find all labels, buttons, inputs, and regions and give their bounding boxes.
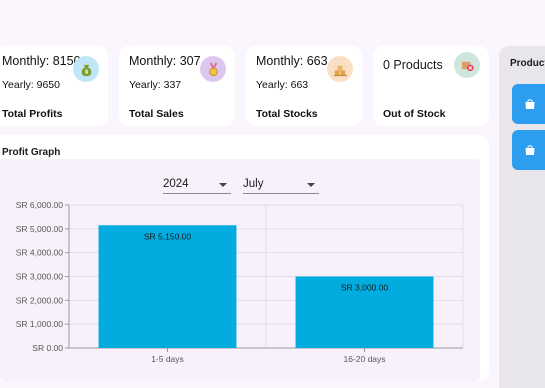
shopping-bag-icon <box>525 99 535 109</box>
product-button-2[interactable] <box>512 130 545 170</box>
out-of-stock-icon <box>454 52 480 78</box>
yearly-stocks-value: Yearly: 663 <box>256 79 309 91</box>
y-tick-label: SR 4,000.00 <box>16 248 64 258</box>
total-profits-card: Monthly: 8150 $ Yearly: 9650 Total Profi… <box>0 46 108 126</box>
bar-value-label: SR 3,000.00 <box>341 283 389 293</box>
profit-bar-chart: SR 0.00 SR 1,000.00 SR 2,000.00 SR 3,000.00… <box>16 200 464 364</box>
medal-icon <box>200 56 226 82</box>
total-sales-label: Total Sales <box>129 108 184 120</box>
y-tick-label: SR 6,000.00 <box>16 200 64 210</box>
money-bag-icon: $ <box>73 56 99 82</box>
out-of-stock-count: 0 Products <box>383 58 443 72</box>
total-sales-card: Monthly: 307 Yearly: 337 Total Sales <box>119 46 235 126</box>
monthly-sales-value: Monthly: 307 <box>129 54 201 68</box>
profit-graph-title: Profit Graph <box>2 147 61 158</box>
product-side-panel: Product <box>499 46 545 388</box>
total-stocks-label: Total Stocks <box>256 108 318 120</box>
total-stocks-card: Monthly: 663 Yearly: 663 Total Stocks <box>246 46 362 126</box>
y-tick-label: SR 2,000.00 <box>16 295 64 305</box>
y-tick-label: SR 0.00 <box>32 343 63 353</box>
year-dropdown-value: 2024 <box>163 178 189 190</box>
x-tick-label: 1-5 days <box>151 354 184 364</box>
monthly-stocks-value: Monthly: 663 <box>256 54 328 68</box>
out-of-stock-label: Out of Stock <box>383 108 446 120</box>
bar <box>98 225 237 348</box>
year-dropdown[interactable]: 2024 <box>163 176 231 194</box>
chevron-down-icon <box>307 183 315 187</box>
shopping-bag-icon <box>525 145 535 155</box>
yearly-sales-value: Yearly: 337 <box>129 79 182 91</box>
product-button-1[interactable] <box>512 84 545 124</box>
x-tick-label: 16-20 days <box>343 354 385 364</box>
chevron-down-icon <box>219 183 227 187</box>
y-tick-label: SR 5,000.00 <box>16 224 64 234</box>
product-panel-title: Product <box>510 58 545 69</box>
total-profits-label: Total Profits <box>2 108 63 120</box>
y-tick-label: SR 3,000.00 <box>16 272 64 282</box>
month-dropdown-value: July <box>243 178 264 190</box>
yearly-profit-value: Yearly: 9650 <box>2 79 60 91</box>
monthly-profit-value: Monthly: 8150 <box>2 54 81 68</box>
bar-value-label: SR 5,150.00 <box>144 231 192 241</box>
y-tick-label: SR 1,000.00 <box>16 319 64 329</box>
out-of-stock-card: 0 Products Out of Stock <box>373 46 489 126</box>
month-dropdown[interactable]: July <box>243 176 319 194</box>
stock-boxes-icon <box>327 56 353 82</box>
